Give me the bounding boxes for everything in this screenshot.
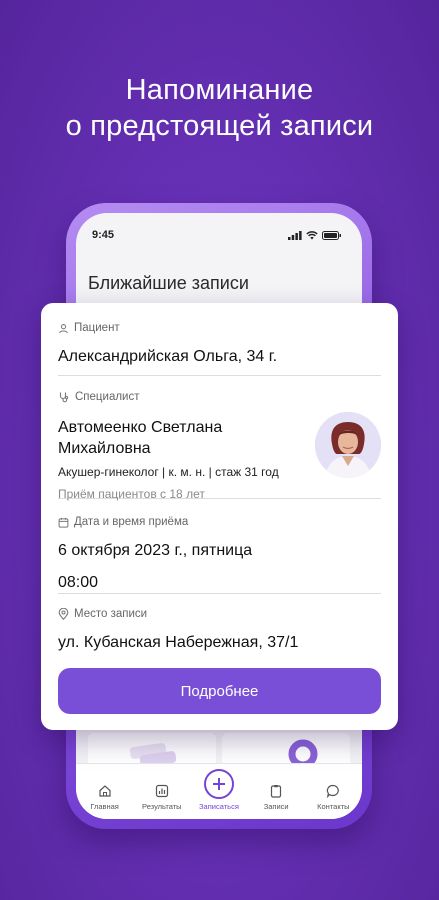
tab-book-label: Записаться <box>199 802 239 811</box>
status-bar: 9:45 <box>76 213 362 257</box>
wifi-icon <box>306 230 318 239</box>
time-value: 08:00 <box>58 574 99 591</box>
place-value[interactable]: ул. Кубанская Набережная, 37/1 <box>58 632 381 653</box>
appointment-card: Пациент Александрийская Ольга, 34 г. Спе… <box>41 303 398 730</box>
battery-icon <box>322 230 341 240</box>
place-section: Место записи ул. Кубанская Набережная, 3… <box>58 594 381 654</box>
status-icons <box>288 230 342 240</box>
headline-line1: Напоминание <box>125 74 314 106</box>
doctor-photo <box>315 412 381 478</box>
tab-contacts-label: Контакты <box>317 802 350 811</box>
datetime-label: Дата и время приёма <box>74 516 189 528</box>
specialist-name[interactable]: Автомеенко Светлана Михайловна <box>58 417 278 459</box>
patient-value: Александрийская Ольга, 34 г. <box>58 348 278 365</box>
date-value: 6 октября 2023 г., пятница <box>58 542 253 559</box>
tab-contacts[interactable]: Контакты <box>307 783 359 811</box>
datetime-section: Дата и время приёма 6 октября 2023 г., п… <box>58 499 381 594</box>
tab-bar: Главная Результаты Записаться Записи Кон… <box>76 763 362 819</box>
headline-line2: о предстоящей записи <box>65 110 374 142</box>
plus-circle-icon <box>203 769 234 799</box>
signal-icon <box>288 230 302 240</box>
clipboard-icon <box>268 783 284 799</box>
tab-results-label: Результаты <box>142 802 182 811</box>
calendar-icon <box>58 517 69 528</box>
chat-icon <box>325 783 341 799</box>
tab-appointments[interactable]: Записи <box>250 783 302 811</box>
location-pin-icon <box>58 608 69 620</box>
home-icon <box>97 783 113 799</box>
doctor-avatar[interactable] <box>315 412 381 478</box>
tab-home-label: Главная <box>90 802 119 811</box>
stethoscope-icon <box>59 392 69 403</box>
patient-label-row: Пациент <box>58 321 381 335</box>
screen-title: Ближайшие записи <box>88 273 249 293</box>
chart-icon <box>154 783 170 799</box>
specialist-label: Специалист <box>75 391 140 403</box>
tab-home[interactable]: Главная <box>79 783 131 811</box>
datetime-label-row: Дата и время приёма <box>58 515 381 529</box>
headline: Напоминание о предстоящей записи <box>0 72 439 144</box>
place-label: Место записи <box>74 608 148 620</box>
status-time: 9:45 <box>92 229 115 241</box>
person-icon <box>59 323 68 333</box>
details-button[interactable]: Подробнее <box>58 668 381 714</box>
specialist-section: Специалист Автомеенко Светлана Михайловн… <box>58 376 381 501</box>
patient-label: Пациент <box>74 322 120 334</box>
patient-section: Пациент Александрийская Ольга, 34 г. <box>58 303 381 376</box>
tab-book[interactable]: Записаться <box>193 769 245 811</box>
specialist-label-row: Специалист <box>58 390 381 404</box>
tab-results[interactable]: Результаты <box>136 783 188 811</box>
place-label-row: Место записи <box>58 607 381 621</box>
tab-appointments-label: Записи <box>263 802 289 811</box>
